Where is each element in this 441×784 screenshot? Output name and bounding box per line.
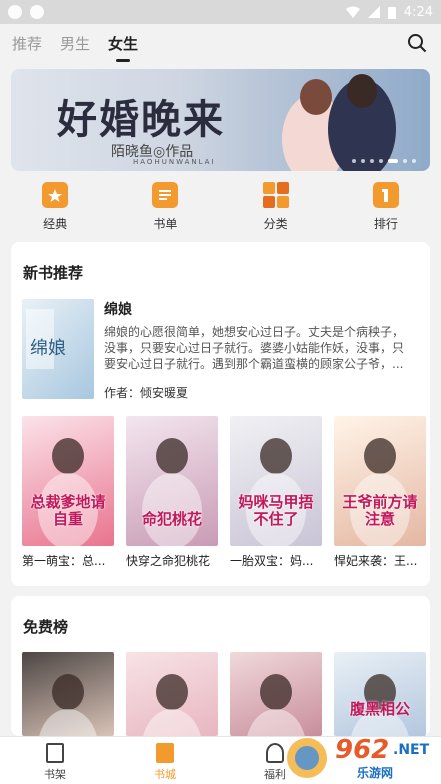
featured-book-cover[interactable]: 绵娘 xyxy=(22,299,94,399)
book-cover[interactable] xyxy=(22,652,114,736)
book-cover[interactable]: 命犯桃花 xyxy=(126,416,218,546)
bookshelf-icon xyxy=(46,743,64,763)
featured-book-author: 作者：倾安暖夏 xyxy=(104,386,189,400)
book-item[interactable]: 命犯桃花快穿之命犯桃花 xyxy=(126,416,218,569)
book-cover[interactable]: 妈咪马甲捂不住了 xyxy=(230,416,322,546)
carousel-indicator xyxy=(352,159,416,163)
tab-recommend[interactable]: 推荐 xyxy=(12,29,42,58)
book-title[interactable]: 第一萌宝：总... xyxy=(22,552,114,569)
category-shortcuts: 经典 书单 分类 排行 xyxy=(0,182,441,236)
book-item[interactable]: 王爷前方请注意悍妃来袭：王... xyxy=(334,416,426,569)
shortcut-label: 分类 xyxy=(263,217,288,231)
shortcut-classic[interactable]: 经典 xyxy=(0,182,110,236)
cover-title-art: 腹黑相公 xyxy=(349,700,410,718)
cover-art xyxy=(247,674,305,736)
search-icon[interactable] xyxy=(407,33,427,53)
watermark-logo xyxy=(287,738,327,778)
shortcut-category[interactable]: 分类 xyxy=(221,182,331,236)
site-watermark: 962 .NET 乐游网 xyxy=(283,732,433,784)
section-title: 新书推荐 xyxy=(23,264,84,282)
book-title[interactable]: 快穿之命犯桃花 xyxy=(126,552,218,569)
tab-male[interactable]: 男生 xyxy=(60,29,90,58)
book-cover[interactable]: 腹黑相公 xyxy=(334,652,426,736)
banner-carousel[interactable]: 好婚晚来 陌晓鱼◎作品 HAOHUNWANLAI xyxy=(11,69,430,171)
section-title: 免费榜 xyxy=(23,618,69,636)
nav-label: 书城 xyxy=(154,768,176,781)
watermark-number: 962 xyxy=(335,735,390,765)
book-item[interactable]: 总裁爹地请自重第一萌宝：总... xyxy=(22,416,114,569)
booklist-icon xyxy=(152,182,179,208)
cover-title-art: 总裁爹地请自重 xyxy=(30,493,106,528)
new-books-row: 总裁爹地请自重 第一萌宝：总... 命犯桃花 快穿之命犯桃花 妈咪马甲捂不住了 一胎双宝：… xyxy=(22,416,426,569)
welfare-icon xyxy=(266,743,284,763)
book-title[interactable]: 一胎双宝：妈... xyxy=(230,552,322,569)
book-cover[interactable]: 王爷前方请注意 xyxy=(334,416,426,546)
featured-book-description: 绵娘的心愿很简单，她想安心过日子。丈夫是个病秧子，没事，只要安心过日子就行。婆婆… xyxy=(104,325,405,371)
book-item[interactable]: 腹黑相公 xyxy=(334,652,426,736)
featured-book-title[interactable]: 绵娘 xyxy=(104,299,132,319)
cover-title-art: 命犯桃花 xyxy=(141,510,202,528)
cover-title-art: 妈咪马甲捂不住了 xyxy=(238,493,314,528)
ranking-icon xyxy=(372,182,399,208)
free-ranking-section: 免费榜 腹黑相公 xyxy=(11,596,430,736)
battery-icon xyxy=(387,6,396,19)
signal-icon xyxy=(367,6,380,18)
book-item[interactable] xyxy=(230,652,322,736)
book-cover[interactable] xyxy=(126,652,218,736)
nav-bookshelf[interactable]: 书架 xyxy=(0,737,110,784)
top-tabs: 推荐 男生 女生 xyxy=(0,24,441,62)
classic-icon xyxy=(42,182,69,208)
notification-icon xyxy=(30,5,44,19)
free-books-row: 腹黑相公 xyxy=(22,652,426,736)
cover-art xyxy=(351,674,409,736)
tab-female[interactable]: 女生 xyxy=(108,29,138,58)
notification-icon xyxy=(8,5,22,19)
clock: 4:24 xyxy=(403,4,433,20)
banner-title: 好婚晚来 xyxy=(57,96,225,143)
cover-art xyxy=(39,674,97,736)
new-books-section: 新书推荐 绵娘 绵娘 绵娘的心愿很简单，她想安心过日子。丈夫是个病秧子，没事，只… xyxy=(11,242,430,586)
watermark-text: 乐游网 xyxy=(357,766,394,780)
cover-art xyxy=(143,674,201,736)
category-icon xyxy=(262,182,289,208)
cover-art: 绵娘 xyxy=(26,309,66,369)
shortcut-ranking[interactable]: 排行 xyxy=(331,182,441,236)
nav-bookstore[interactable]: 书城 xyxy=(110,737,220,784)
book-cover[interactable]: 总裁爹地请自重 xyxy=(22,416,114,546)
shortcut-label: 排行 xyxy=(373,217,398,231)
bookstore-icon xyxy=(156,743,174,763)
shortcut-booklist[interactable]: 书单 xyxy=(110,182,220,236)
status-bar: 4:24 xyxy=(0,0,441,24)
book-title[interactable]: 悍妃来袭：王... xyxy=(334,552,426,569)
wifi-icon xyxy=(345,6,360,18)
book-item[interactable]: 妈咪马甲捂不住了一胎双宝：妈... xyxy=(230,416,322,569)
shortcut-label: 经典 xyxy=(43,217,68,231)
nav-label: 书架 xyxy=(44,768,66,781)
book-cover[interactable] xyxy=(230,652,322,736)
cover-title-art: 王爷前方请注意 xyxy=(342,493,418,528)
book-item[interactable] xyxy=(126,652,218,736)
shortcut-label: 书单 xyxy=(153,217,178,231)
banner-subtitle: HAOHUNWANLAI xyxy=(133,158,216,166)
book-item[interactable] xyxy=(22,652,114,736)
banner-illustration xyxy=(282,74,396,171)
watermark-net: .NET xyxy=(393,742,430,758)
svg-text:绵娘: 绵娘 xyxy=(30,338,66,359)
